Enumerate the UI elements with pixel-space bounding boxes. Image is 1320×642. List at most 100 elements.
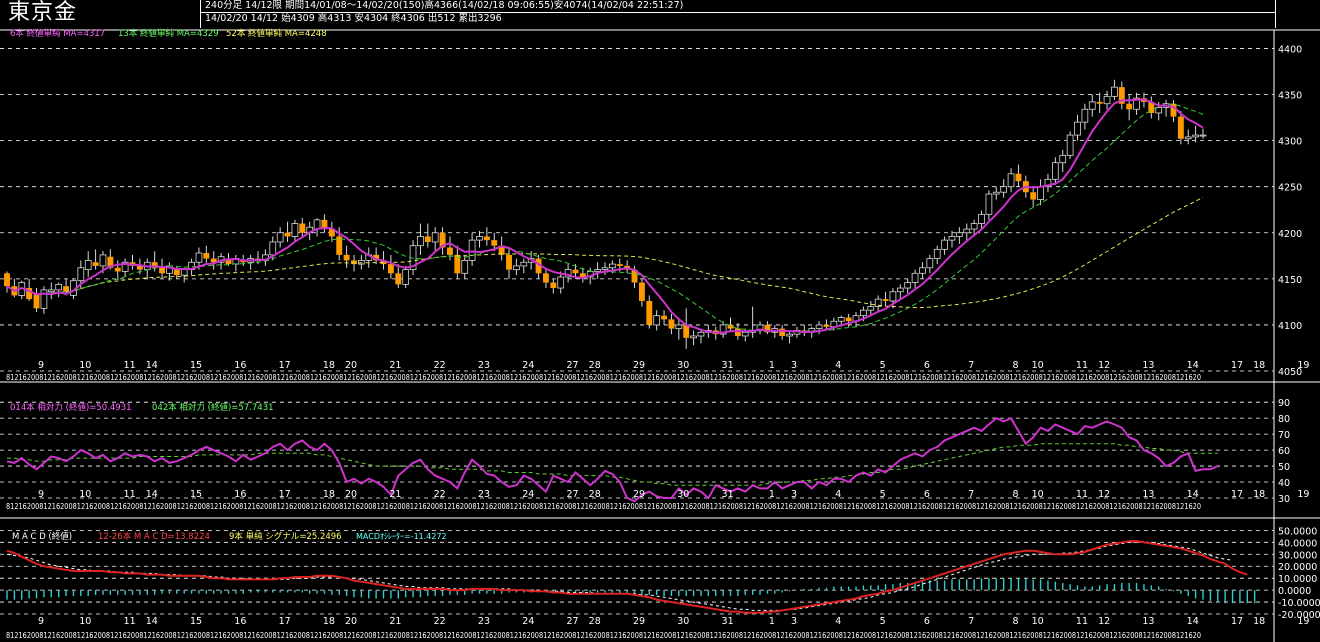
candle-body-up	[992, 191, 1000, 195]
candle-body-up	[690, 335, 697, 339]
candle-body-down	[299, 223, 306, 233]
macd-date-label: 9	[38, 616, 44, 627]
candle-body-up	[594, 269, 601, 272]
rsi-date-label: 27	[567, 489, 579, 500]
rsi-date-label: 20	[345, 489, 357, 500]
candle-body-down	[506, 254, 512, 270]
price-date-label: 28	[589, 360, 601, 371]
rsi-date-label: 17	[1231, 489, 1243, 500]
candle-body-up	[860, 309, 867, 317]
rsi-date-label: 1	[769, 489, 775, 500]
candle-body-down	[638, 282, 645, 301]
legend-ma6: 6本 終値単純 MA=4317	[10, 28, 105, 39]
price-date-label: 21	[389, 360, 401, 371]
rsi-y-tick-label: 30	[1278, 494, 1290, 505]
rsi-y-tick-label: 60	[1278, 446, 1290, 457]
chart-svg: 4050410041504200425043004350440030405060…	[0, 28, 1320, 642]
macd-y-tick-label: 20.0000	[1278, 562, 1317, 573]
ma13-line	[6, 103, 1204, 332]
candle-body-up	[1000, 186, 1008, 193]
candle-body-down	[114, 267, 121, 272]
price-date-label: 17	[279, 360, 291, 371]
candle-body-down	[284, 232, 291, 237]
rsi-date-label: 23	[478, 489, 490, 500]
macd-session-labels: 8121620081216200812162008121620081216200…	[6, 631, 1201, 640]
candle-body-up	[77, 267, 85, 282]
candle-body-down	[734, 328, 741, 336]
candle-body-up	[402, 269, 410, 285]
rsi-date-label: 16	[234, 489, 246, 500]
legend-ma13: 13本 終値単純 MA=4329	[118, 28, 219, 39]
legend-macd-line: 12-26本 M A C D=13.8224	[98, 531, 210, 542]
candle-body-up	[956, 232, 963, 237]
price-y-tick-label: 4100	[1278, 321, 1302, 332]
candle-body-down	[1030, 192, 1037, 200]
candle-body-down	[159, 267, 165, 274]
price-date-label: 17	[1231, 360, 1243, 371]
rsi-date-label: 29	[633, 489, 645, 500]
price-date-label: 6	[924, 360, 930, 371]
price-y-tick-label: 4150	[1278, 275, 1302, 286]
candle-body-up	[468, 239, 476, 261]
price-date-label: 30	[677, 360, 689, 371]
macd-date-label: 5	[880, 616, 886, 627]
macd-date-label: 17	[1231, 616, 1243, 627]
rsi-date-label: 14	[146, 489, 158, 500]
rsi-session-labels: 8121620081216200812162008121620081216200…	[6, 502, 1201, 511]
candle-body-down	[483, 236, 490, 241]
rsi-date-label: 8	[1012, 489, 1018, 500]
candle-body-up	[1051, 162, 1059, 180]
legend-macd-osc: MACDｵｼﾚｰﾀｰ=-11.4272	[356, 532, 447, 541]
price-date-label: 12	[1098, 360, 1110, 371]
candle-body-up	[180, 269, 188, 276]
rsi-date-label: 11	[124, 489, 136, 500]
macd-date-label: 28	[589, 616, 601, 627]
macd-date-label: 29	[633, 616, 645, 627]
candle-body-up	[601, 267, 609, 271]
candle-body-up	[697, 331, 705, 337]
rsi-date-label: 10	[1032, 489, 1044, 500]
candle-body-up	[837, 317, 845, 322]
candle-body-down	[668, 319, 675, 329]
rsi-date-label: 18	[323, 489, 335, 500]
candle-body-up	[1037, 186, 1044, 200]
macd-date-label: 14	[146, 616, 158, 627]
rsi42-line	[7, 443, 1218, 486]
candle-body-down	[542, 273, 549, 283]
candle-body-down	[572, 269, 579, 274]
candle-body-up	[1184, 136, 1192, 140]
candle-body-up	[896, 287, 904, 293]
candle-body-up	[985, 193, 993, 215]
candle-body-up	[1081, 108, 1089, 123]
rsi-date-label: 30	[677, 489, 689, 500]
macd-date-label: 13	[1142, 616, 1154, 627]
candle-body-up	[1199, 134, 1207, 137]
price-date-label: 11	[124, 360, 136, 371]
rsi-date-label: 4	[835, 489, 841, 500]
price-date-label: 5	[880, 360, 886, 371]
candle-body-down	[550, 282, 557, 289]
macd-date-label: 22	[434, 616, 446, 627]
candle-body-down	[1015, 173, 1022, 182]
candle-body-up	[1007, 173, 1015, 188]
candle-body-up	[417, 236, 424, 247]
price-date-label: 11	[1076, 360, 1088, 371]
macd-date-label: 14	[1187, 616, 1199, 627]
candle-body-down	[387, 264, 394, 274]
rsi-y-tick-label: 40	[1278, 478, 1290, 489]
candle-body-up	[904, 282, 912, 289]
price-session-labels: 8121620081216200812162008121620081216200…	[6, 373, 1201, 382]
rsi-y-tick-label: 80	[1278, 414, 1290, 425]
candle-body-down	[351, 260, 357, 265]
candle-body-down	[92, 262, 99, 266]
macd-date-label: 12	[1098, 616, 1110, 627]
candle-body-down	[683, 324, 690, 338]
price-panel	[4, 79, 1207, 349]
candle-body-up	[786, 333, 793, 337]
legend-rsi42: 042本 相対力 (終値)=57.7431	[152, 402, 274, 413]
candle-body-up	[513, 265, 520, 271]
price-y-tick-label: 4300	[1278, 137, 1302, 148]
legend-macd-title: M A C D (終値)	[12, 531, 72, 542]
price-y-tick-label: 4250	[1278, 183, 1302, 194]
candle-body-up	[99, 254, 107, 267]
